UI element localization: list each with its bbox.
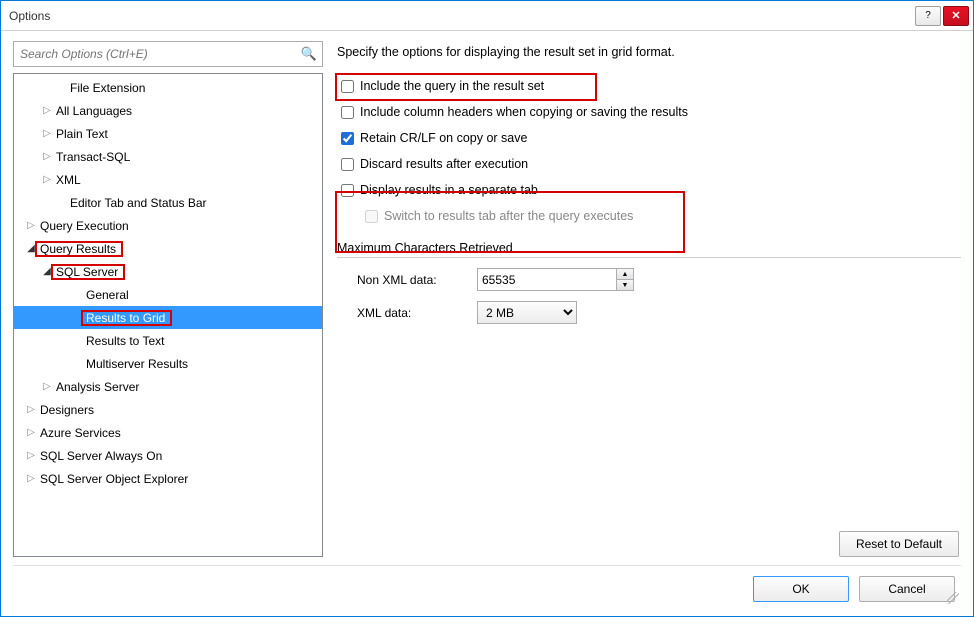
expand-closed-icon[interactable]: ▷ bbox=[40, 106, 54, 116]
tree-item[interactable]: ▷XML bbox=[14, 168, 322, 191]
tree-item-label: General bbox=[84, 288, 131, 302]
option-label: Include the query in the result set bbox=[360, 79, 544, 93]
option-label: Discard results after execution bbox=[360, 157, 528, 171]
tree-item[interactable]: ◢SQL Server bbox=[14, 260, 322, 283]
cancel-button[interactable]: Cancel bbox=[859, 576, 955, 602]
option-row[interactable]: Display results in a separate tab bbox=[337, 183, 961, 197]
tree-item[interactable]: ▷Analysis Server bbox=[14, 375, 322, 398]
ok-button[interactable]: OK bbox=[753, 576, 849, 602]
expand-closed-icon[interactable]: ▷ bbox=[40, 382, 54, 392]
resize-grip[interactable] bbox=[947, 592, 959, 604]
option-row: Switch to results tab after the query ex… bbox=[337, 209, 961, 223]
option-label: Switch to results tab after the query ex… bbox=[384, 209, 633, 223]
max-chars-group: Maximum Characters Retrieved Non XML dat… bbox=[337, 241, 961, 334]
tree-item-label: SQL Server Always On bbox=[38, 449, 164, 463]
help-button[interactable]: ? bbox=[915, 6, 941, 26]
tree-item[interactable]: ▷Azure Services bbox=[14, 421, 322, 444]
tree-item-label: Query Execution bbox=[38, 219, 131, 233]
search-input[interactable] bbox=[13, 41, 323, 67]
tree-item[interactable]: Multiserver Results bbox=[14, 352, 322, 375]
expand-open-icon[interactable]: ◢ bbox=[24, 244, 38, 254]
option-checkbox[interactable] bbox=[341, 158, 354, 171]
tree-item[interactable]: ▷SQL Server Always On bbox=[14, 444, 322, 467]
expand-closed-icon[interactable]: ▷ bbox=[24, 221, 38, 231]
option-label: Display results in a separate tab bbox=[360, 183, 538, 197]
tree-item-label: Results to Grid bbox=[84, 311, 167, 325]
expand-closed-icon[interactable]: ▷ bbox=[24, 474, 38, 484]
group-legend: Maximum Characters Retrieved bbox=[337, 241, 961, 258]
titlebar: Options ? ✕ bbox=[1, 1, 973, 31]
panel-description: Specify the options for displaying the r… bbox=[337, 45, 961, 59]
dialog-footer: OK Cancel bbox=[13, 565, 961, 606]
expand-closed-icon[interactable]: ▷ bbox=[40, 175, 54, 185]
option-label: Include column headers when copying or s… bbox=[360, 105, 688, 119]
nonxml-input[interactable] bbox=[477, 268, 617, 291]
tree-item[interactable]: ▷Query Execution bbox=[14, 214, 322, 237]
tree-item-label: File Extension bbox=[68, 81, 147, 95]
option-label: Retain CR/LF on copy or save bbox=[360, 131, 527, 145]
tree-item-label: Editor Tab and Status Bar bbox=[68, 196, 209, 210]
tree-item[interactable]: ◢Query Results bbox=[14, 237, 322, 260]
tree-item[interactable]: Results to Grid bbox=[14, 306, 322, 329]
tree-item-label: Designers bbox=[38, 403, 96, 417]
tree-item-label: SQL Server bbox=[54, 265, 120, 279]
expand-open-icon[interactable]: ◢ bbox=[40, 267, 54, 277]
xml-label: XML data: bbox=[357, 306, 477, 320]
option-row[interactable]: Retain CR/LF on copy or save bbox=[337, 131, 961, 145]
expand-closed-icon[interactable]: ▷ bbox=[24, 428, 38, 438]
option-row[interactable]: Include the query in the result set bbox=[337, 79, 961, 93]
nonxml-label: Non XML data: bbox=[357, 273, 477, 287]
tree-item-label: Plain Text bbox=[54, 127, 110, 141]
dialog-content: 🔍 File Extension▷All Languages▷Plain Tex… bbox=[1, 31, 973, 616]
expand-closed-icon[interactable]: ▷ bbox=[40, 129, 54, 139]
tree-item[interactable]: General bbox=[14, 283, 322, 306]
right-panel: Specify the options for displaying the r… bbox=[337, 41, 961, 557]
tree-item-label: SQL Server Object Explorer bbox=[38, 472, 190, 486]
tree-item-label: XML bbox=[54, 173, 83, 187]
tree-item[interactable]: File Extension bbox=[14, 76, 322, 99]
option-checkbox[interactable] bbox=[341, 106, 354, 119]
tree-item-label: Azure Services bbox=[38, 426, 123, 440]
xml-select[interactable]: 2 MB bbox=[477, 301, 577, 324]
search-icon: 🔍 bbox=[301, 46, 317, 62]
expand-closed-icon[interactable]: ▷ bbox=[24, 405, 38, 415]
option-row[interactable]: Include column headers when copying or s… bbox=[337, 105, 961, 119]
tree-item-label: Results to Text bbox=[84, 334, 166, 348]
expand-closed-icon[interactable]: ▷ bbox=[40, 152, 54, 162]
tree-item[interactable]: Results to Text bbox=[14, 329, 322, 352]
reset-button[interactable]: Reset to Default bbox=[839, 531, 959, 557]
close-button[interactable]: ✕ bbox=[943, 6, 969, 26]
option-checkbox[interactable] bbox=[341, 132, 354, 145]
tree-item[interactable]: ▷SQL Server Object Explorer bbox=[14, 467, 322, 490]
options-tree[interactable]: File Extension▷All Languages▷Plain Text▷… bbox=[13, 73, 323, 557]
tree-item[interactable]: ▷All Languages bbox=[14, 99, 322, 122]
tree-item-label: All Languages bbox=[54, 104, 134, 118]
nonxml-spinner[interactable]: ▲▼ bbox=[617, 268, 634, 291]
tree-item[interactable]: ▷Designers bbox=[14, 398, 322, 421]
left-panel: 🔍 File Extension▷All Languages▷Plain Tex… bbox=[13, 41, 323, 557]
tree-item-label: Multiserver Results bbox=[84, 357, 190, 371]
option-checkbox bbox=[365, 210, 378, 223]
option-checkbox[interactable] bbox=[341, 184, 354, 197]
tree-item[interactable]: Editor Tab and Status Bar bbox=[14, 191, 322, 214]
tree-item-label: Query Results bbox=[38, 242, 118, 256]
expand-closed-icon[interactable]: ▷ bbox=[24, 451, 38, 461]
tree-item-label: Analysis Server bbox=[54, 380, 141, 394]
tree-item[interactable]: ▷Transact-SQL bbox=[14, 145, 322, 168]
options-dialog: Options ? ✕ 🔍 File Extension▷All Languag… bbox=[0, 0, 974, 617]
option-row[interactable]: Discard results after execution bbox=[337, 157, 961, 171]
window-title: Options bbox=[9, 9, 915, 23]
tree-item-label: Transact-SQL bbox=[54, 150, 132, 164]
option-checkbox[interactable] bbox=[341, 80, 354, 93]
tree-item[interactable]: ▷Plain Text bbox=[14, 122, 322, 145]
